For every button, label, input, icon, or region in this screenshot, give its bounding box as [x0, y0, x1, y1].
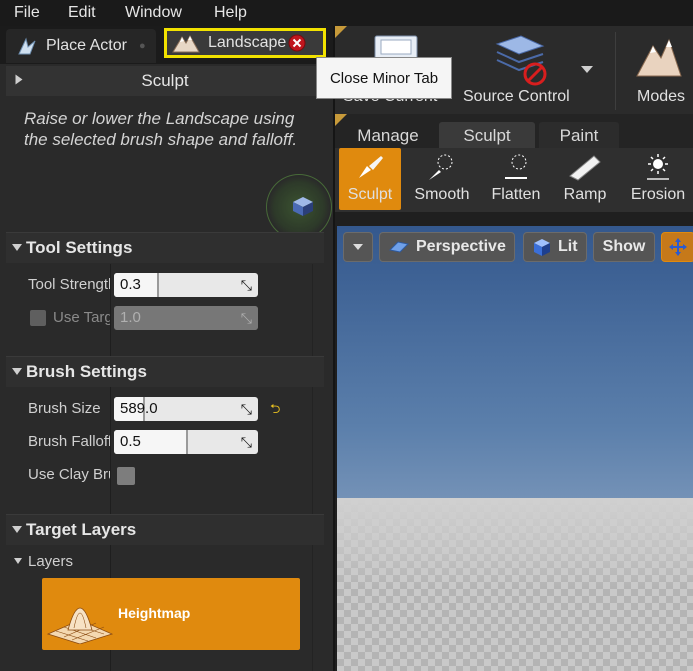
tool-sculpt[interactable]: Sculpt [339, 148, 401, 210]
resize-arrows-icon: ⤡ [240, 401, 252, 417]
perspective-button[interactable]: Perspective [379, 232, 515, 262]
panel-header: Sculpt [6, 66, 324, 96]
layers-label: Layers [28, 553, 74, 570]
tool-strength-value: 0.3 [120, 276, 141, 293]
source-control-button[interactable]: Source Control [461, 26, 581, 114]
section-target-layers[interactable]: Target Layers [6, 514, 324, 545]
tool-erosion[interactable]: Erosion [623, 148, 693, 210]
level-viewport[interactable]: Perspective Lit Show [337, 226, 693, 671]
resize-arrows-icon: ⤡ [240, 434, 252, 450]
tool-erosion-label: Erosion [630, 186, 686, 203]
landscape-mountain-icon [172, 34, 200, 53]
brush-size-field[interactable]: 589.0 ⤡ [114, 397, 258, 421]
layers-expand-arrow-icon[interactable] [14, 558, 22, 564]
heightmap-label: Heightmap [118, 605, 191, 621]
tool-strength-field[interactable]: 0.3 ⤡ [114, 273, 258, 297]
panel-title: Sculpt [141, 71, 189, 90]
source-control-label: Source Control [463, 88, 570, 105]
resize-arrows-icon: ⤡ [240, 310, 252, 326]
tool-strength-label: Tool Strength [28, 276, 110, 293]
show-button[interactable]: Show [593, 232, 655, 262]
use-target-label: Use Target Value [53, 309, 110, 326]
horizon-haze [337, 498, 693, 588]
column-splitter-right [312, 264, 313, 671]
tab-close-icon-dim: ● [138, 40, 146, 52]
tool-flatten[interactable]: Flatten [483, 148, 549, 210]
expand-arrow-icon [12, 244, 22, 251]
sculpt-brush-icon [359, 156, 383, 178]
section-tool-settings-title: Tool Settings [26, 238, 133, 257]
place-actor-icon [18, 37, 36, 55]
reset-to-default-icon[interactable]: ⮌ [270, 400, 280, 422]
source-control-icon [495, 35, 547, 86]
use-target-field: 1.0 ⤡ [114, 306, 258, 330]
tab-place-actor[interactable]: Place Actor ● [6, 29, 156, 63]
lit-cube-icon [534, 239, 550, 256]
perspective-label: Perspective [416, 238, 506, 255]
tool-ramp-label: Ramp [563, 186, 607, 203]
modes-mountain-icon [636, 38, 682, 77]
brush-falloff-label: Brush Falloff [28, 433, 110, 450]
sculpt-tool-row: Sculpt Smooth Flatten Ramp Erosion [335, 148, 693, 212]
menu-edit[interactable]: Edit [68, 4, 96, 22]
tool-sculpt-label: Sculpt [347, 186, 393, 203]
tool-ramp[interactable]: Ramp [553, 148, 617, 210]
close-tab-tooltip: Close Minor Tab [316, 57, 452, 99]
tool-flatten-label: Flatten [491, 186, 541, 203]
tool-smooth[interactable]: Smooth [407, 148, 477, 210]
menu-file[interactable]: File [14, 4, 40, 22]
transform-mode-button[interactable] [661, 232, 693, 262]
brush-falloff-value: 0.5 [120, 433, 141, 450]
tool-description: Raise or lower the Landscape using the s… [24, 109, 298, 149]
menu-bar: File Edit Window Help [0, 0, 693, 26]
tab-manage[interactable]: Manage [343, 122, 433, 150]
erosion-icon [647, 154, 669, 180]
use-clay-brush-checkbox[interactable] [117, 467, 135, 485]
expand-arrow-icon [12, 526, 22, 533]
tool-smooth-label: Smooth [414, 186, 470, 203]
tab-sculpt[interactable]: Sculpt [439, 122, 535, 150]
smooth-brush-icon [429, 154, 453, 180]
section-brush-settings-title: Brush Settings [26, 362, 147, 381]
brush-falloff-field[interactable]: 0.5 ⤡ [114, 430, 258, 454]
heightmap-layer-item[interactable]: Heightmap [42, 578, 300, 650]
viewport-options-button[interactable] [343, 232, 373, 262]
tab-landscape-label: Landscape [208, 34, 287, 51]
use-target-value: 1.0 [120, 309, 141, 326]
landscape-mode-panel: Sculpt Raise or lower the Landscape usin… [0, 64, 333, 671]
move-arrows-icon [669, 238, 687, 256]
tab-landscape[interactable]: Landscape [164, 28, 326, 58]
minor-tab-row: Place Actor ● Landscape [0, 26, 333, 64]
brush-preview-glow [266, 174, 332, 240]
layer-cube-icon [293, 197, 313, 216]
menu-window[interactable]: Window [125, 4, 182, 22]
menu-help[interactable]: Help [214, 4, 247, 22]
section-tool-settings[interactable]: Tool Settings [6, 232, 324, 263]
modes-button[interactable]: Modes [621, 26, 693, 114]
toolbar-separator [615, 32, 616, 110]
flatten-brush-icon [505, 154, 527, 179]
lit-button[interactable]: Lit [523, 232, 587, 262]
use-clay-brush-label: Use Clay Brush [28, 466, 110, 483]
chevron-down-icon [353, 244, 363, 250]
show-label: Show [602, 238, 646, 255]
expand-arrow-icon [12, 368, 22, 375]
brush-size-value: 589.0 [120, 400, 158, 417]
perspective-icon [388, 241, 410, 253]
modes-label: Modes [637, 88, 686, 105]
section-target-layers-title: Target Layers [26, 520, 137, 539]
close-tab-icon[interactable] [288, 34, 306, 52]
tab-place-actor-label: Place Actor [46, 37, 127, 54]
source-control-dropdown-icon[interactable] [581, 66, 593, 73]
resize-arrows-icon: ⤡ [240, 277, 252, 293]
section-brush-settings[interactable]: Brush Settings [6, 356, 324, 387]
ramp-icon [569, 155, 601, 181]
heightmap-icon [46, 607, 114, 644]
use-target-checkbox[interactable] [30, 310, 46, 326]
landscape-mode-tabs: Manage Sculpt Paint [335, 114, 693, 150]
tab-paint[interactable]: Paint [539, 122, 619, 150]
lit-label: Lit [558, 238, 578, 255]
brush-size-label: Brush Size [28, 400, 101, 417]
